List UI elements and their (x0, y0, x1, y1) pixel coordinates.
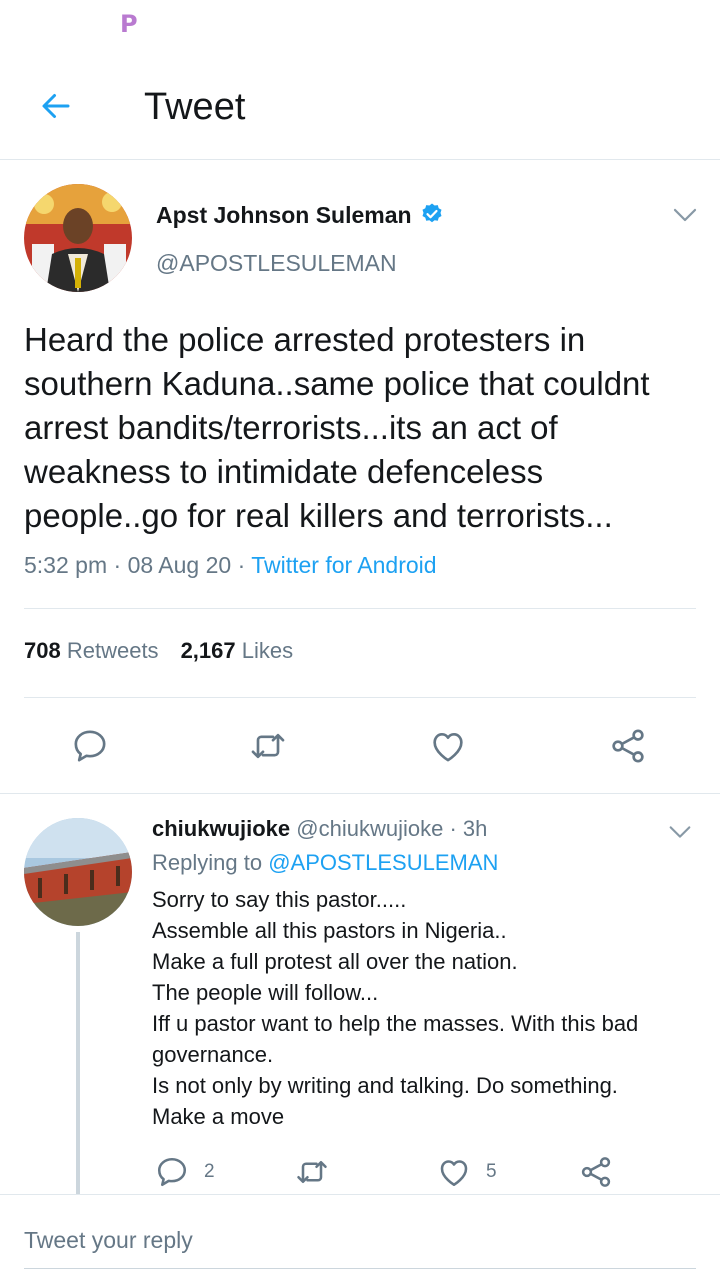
author-handle[interactable]: @APOSTLESULEMAN (156, 250, 397, 277)
reply-header: chiukwujioke @chiukwujioke · 3h (152, 816, 487, 842)
reply-icon (157, 1157, 187, 1187)
reply-options-button[interactable] (666, 818, 694, 846)
reply-text: Sorry to say this pastor..... Assemble a… (152, 884, 700, 1132)
tweet-meta: 5:32 pm · 08 Aug 20 · Twitter for Androi… (24, 552, 437, 579)
meta-separator: · (449, 816, 457, 841)
reply-text-line: Make a full protest all over the nation. (152, 949, 518, 974)
reply-author-handle[interactable]: @chiukwujioke (296, 816, 443, 841)
divider (24, 697, 696, 698)
reply-text-line: Iff u pastor want to help the masses. Wi… (152, 1011, 639, 1067)
reply-like-button[interactable]: 5 (436, 1152, 497, 1192)
replying-to-label: Replying to (152, 850, 263, 875)
retweet-icon (251, 733, 285, 759)
tweet-date: 08 Aug 20 (127, 552, 232, 578)
retweets-stat[interactable]: 708 Retweets (24, 638, 159, 663)
tweet-options-button[interactable] (670, 200, 700, 230)
divider (24, 608, 696, 609)
tweet-time: 5:32 pm (24, 552, 108, 578)
reply-count: 2 (204, 1161, 215, 1182)
tweet-text: Heard the police arrested protesters in … (24, 321, 650, 534)
likes-label: Likes (241, 638, 294, 663)
composer-divider (0, 1194, 720, 1195)
reply-retweet-button[interactable] (294, 1152, 330, 1192)
verified-badge-icon (422, 203, 442, 223)
reply-text-line: Assemble all this pastors in Nigeria.. (152, 918, 507, 943)
tweet-client-link[interactable]: Twitter for Android (251, 552, 436, 578)
likes-stat[interactable]: 2,167 Likes (181, 638, 294, 663)
back-button[interactable] (34, 84, 78, 128)
reply-reply-button[interactable]: 2 (154, 1152, 215, 1192)
reply-input[interactable] (24, 1218, 696, 1262)
reply-text-line: Is not only by writing and talking. Do s… (152, 1073, 618, 1098)
replying-to-mention[interactable]: @APOSTLESULEMAN (268, 850, 498, 875)
page-title: Tweet (144, 86, 246, 128)
share-button[interactable] (606, 724, 650, 768)
chevron-down-icon (669, 826, 691, 838)
retweet-icon (297, 1160, 327, 1184)
thread-line (76, 932, 80, 1194)
status-app-logo: P (120, 10, 138, 38)
share-icon (581, 1157, 611, 1187)
retweets-count: 708 (24, 638, 61, 663)
likes-count: 2,167 (180, 638, 236, 663)
tweet-actions (0, 724, 720, 790)
reply-input-underline (24, 1268, 696, 1269)
author-name[interactable]: Apst Johnson Suleman (156, 202, 444, 229)
top-app-bar: Tweet (0, 60, 720, 160)
tweet-stats: 708 Retweets 2,167 Likes (24, 638, 293, 664)
meta-separator: · (237, 552, 252, 578)
meta-separator: · (113, 552, 128, 578)
like-button[interactable] (426, 724, 470, 768)
like-icon (440, 1160, 468, 1187)
reply-avatar[interactable] (24, 818, 132, 926)
author-avatar[interactable] (24, 184, 132, 292)
reply-actions: 2 5 (152, 1152, 712, 1192)
author-name-text: Apst Johnson Suleman (156, 202, 412, 228)
reply-text-line: Sorry to say this pastor..... (152, 887, 407, 912)
like-count: 5 (486, 1161, 497, 1182)
reply-author-name[interactable]: chiukwujioke (152, 816, 290, 841)
status-bar: P (0, 0, 720, 48)
reply-tweet[interactable]: chiukwujioke @chiukwujioke · 3h Replying… (0, 794, 720, 1194)
chevron-down-icon (673, 208, 697, 222)
reply-icon (74, 730, 106, 762)
reply-share-button[interactable] (578, 1152, 614, 1192)
reply-text-line: Make a move (152, 1104, 285, 1129)
retweets-label: Retweets (66, 638, 159, 663)
back-arrow-icon (42, 94, 70, 118)
share-icon (612, 729, 644, 763)
like-icon (433, 733, 463, 762)
reply-time: 3h (462, 816, 488, 841)
reply-text-line: The people will follow... (152, 980, 379, 1005)
reply-button[interactable] (68, 724, 112, 768)
retweet-button[interactable] (246, 724, 290, 768)
replying-to: Replying to @APOSTLESULEMAN (152, 850, 498, 876)
